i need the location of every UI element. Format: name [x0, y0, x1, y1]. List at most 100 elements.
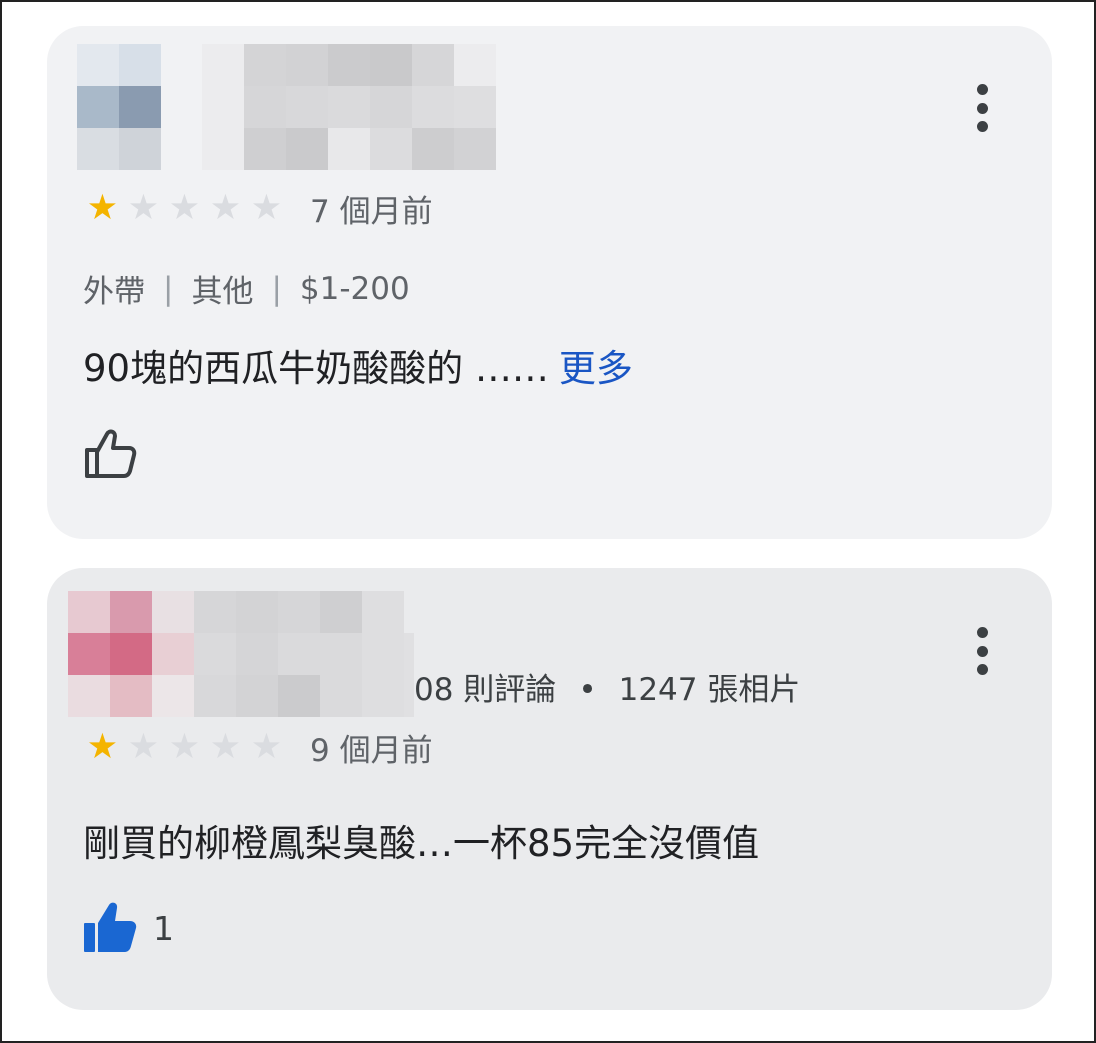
avatar-pixel: [119, 128, 161, 170]
name-pixel: [278, 675, 320, 717]
name-pixel: [370, 86, 412, 128]
review-rating: ★ ★ ★ ★ ★ 7 個月前: [83, 186, 433, 231]
star-rating: ★ ★ ★ ★ ★: [83, 730, 286, 765]
star-icon: ★: [86, 727, 119, 767]
name-pixel: [286, 86, 328, 128]
review-time: 7 個月前: [310, 194, 433, 230]
star-icon: ★: [127, 188, 160, 228]
avatar-pixel: [68, 591, 110, 633]
avatar-pixel: [77, 44, 119, 86]
avatar-pixel: [110, 591, 152, 633]
name-pixel: [278, 633, 320, 675]
name-pixel: [320, 633, 362, 675]
reviewer-avatar[interactable]: [77, 44, 161, 170]
name-pixel: [370, 128, 412, 170]
name-pixel: [412, 86, 454, 128]
star-icon: ★: [168, 727, 201, 767]
more-vert-icon: [976, 627, 988, 638]
name-pixel: [454, 86, 496, 128]
name-pixel: [278, 591, 320, 633]
name-pixel: [286, 44, 328, 86]
reviewer-meta: 08 則評論 • 1247 張相片: [414, 664, 800, 709]
avatar-pixel: [152, 633, 194, 675]
name-pixel: [362, 633, 404, 675]
avatar-pixel: [110, 633, 152, 675]
review-card: ★ ★ ★ ★ ★ 7 個月前 外帶 | 其他 | $1-200 90塊的西瓜牛奶酸酸的…: [47, 26, 1052, 539]
name-pixel: [320, 675, 362, 717]
star-icon: ★: [250, 188, 283, 228]
tag-service: 外帶: [83, 274, 145, 310]
name-pixel: [202, 86, 244, 128]
name-pixel: [286, 128, 328, 170]
more-vert-icon: [976, 84, 988, 95]
name-pixel: [412, 44, 454, 86]
like-button[interactable]: 1: [83, 901, 174, 955]
thumb-up-icon: [85, 429, 137, 478]
name-pixel: [236, 633, 278, 675]
name-pixel: [320, 591, 362, 633]
name-pixel: [202, 44, 244, 86]
star-icon: ★: [86, 188, 119, 228]
reviewer-photo-count: 1247 張相片: [618, 672, 801, 708]
name-pixel: [370, 44, 412, 86]
name-pixel: [328, 86, 370, 128]
name-pixel: [236, 591, 278, 633]
name-pixel: [412, 128, 454, 170]
name-pixel: [194, 675, 236, 717]
name-pixel: [194, 633, 236, 675]
star-icon: ★: [209, 727, 242, 767]
star-icon: ★: [168, 188, 201, 228]
tag-divider: |: [271, 270, 282, 307]
name-pixel: [404, 675, 414, 717]
review-text: 剛買的柳橙鳳梨臭酸…一杯85完全沒價值: [83, 813, 759, 867]
review-card: 08 則評論 • 1247 張相片 ★ ★ ★ ★ ★ 9 個月前 剛買的柳橙鳳梨臭酸…一杯…: [47, 568, 1052, 1010]
name-pixel: [244, 86, 286, 128]
tag-divider: |: [163, 270, 174, 307]
name-pixel: [404, 633, 414, 675]
review-tags: 外帶 | 其他 | $1-200: [83, 266, 410, 311]
name-pixel: [404, 591, 414, 633]
thumb-up-icon: [84, 902, 137, 952]
tag-price: $1-200: [299, 270, 410, 307]
name-pixel: [202, 128, 244, 170]
name-pixel: [236, 675, 278, 717]
avatar-pixel: [68, 675, 110, 717]
review-body: 剛買的柳橙鳳梨臭酸…一杯85完全沒價值: [83, 822, 760, 865]
name-pixel: [244, 128, 286, 170]
name-pixel: [328, 44, 370, 86]
like-button[interactable]: [83, 428, 139, 480]
star-icon: ★: [250, 727, 283, 767]
more-options-button[interactable]: [967, 80, 997, 136]
name-pixel: [328, 128, 370, 170]
review-text: 90塊的西瓜牛奶酸酸的 …… 更多: [83, 338, 633, 392]
tag-meal: 其他: [191, 274, 254, 310]
avatar-pixel: [77, 86, 119, 128]
more-options-button[interactable]: [967, 623, 997, 679]
review-rating: ★ ★ ★ ★ ★ 9 個月前: [83, 725, 433, 770]
avatar-pixel: [110, 675, 152, 717]
name-pixel: [454, 128, 496, 170]
avatar-pixel: [152, 591, 194, 633]
name-pixel: [194, 591, 236, 633]
review-time: 9 個月前: [310, 733, 433, 769]
name-pixel: [362, 591, 404, 633]
meta-separator: •: [578, 672, 597, 708]
avatar-pixel: [152, 675, 194, 717]
reviewer-review-count: 08 則評論: [414, 672, 557, 708]
name-pixel: [362, 675, 404, 717]
avatar-pixel: [119, 44, 161, 86]
star-rating: ★ ★ ★ ★ ★: [83, 191, 286, 226]
name-pixel: [454, 44, 496, 86]
avatar-pixel: [119, 86, 161, 128]
like-count: 1: [153, 908, 174, 948]
reviewer-name-blurred[interactable]: [194, 591, 414, 717]
more-link[interactable]: 更多: [559, 347, 633, 390]
name-pixel: [244, 44, 286, 86]
avatar-pixel: [77, 128, 119, 170]
review-body: 90塊的西瓜牛奶酸酸的 ……: [83, 347, 549, 390]
reviewer-avatar[interactable]: [68, 591, 194, 717]
reviewer-name-blurred[interactable]: [202, 44, 496, 170]
avatar-pixel: [68, 633, 110, 675]
star-icon: ★: [209, 188, 242, 228]
star-icon: ★: [127, 727, 160, 767]
